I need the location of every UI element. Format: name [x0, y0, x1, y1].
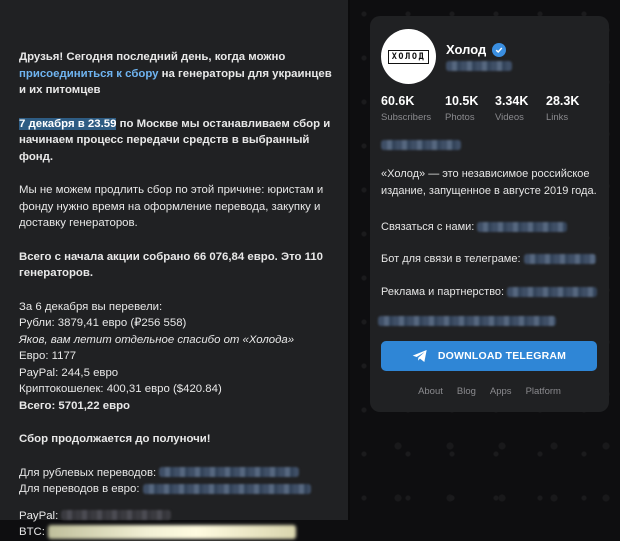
list-item-total: Всего: 5701,22 евро — [19, 398, 337, 415]
deadline-highlight: 7 декабря в 23.59 — [19, 117, 117, 130]
list-item-crypto: Криптокошелек: 400,31 евро ($420.84) — [19, 383, 222, 395]
footer-link-apps[interactable]: Apps — [490, 386, 512, 397]
message-paragraph-reason: Мы не можем продлить сбор по этой причин… — [19, 184, 324, 229]
bot-row: Бот для связи в телеграме: — [381, 253, 596, 265]
redacted-rub-link[interactable] — [159, 467, 300, 478]
stat-photos[interactable]: 10.5K Photos — [445, 94, 478, 123]
stat-label: Videos — [495, 112, 524, 123]
ads-row: Реклама и партнерство: — [381, 286, 598, 298]
contact-row: Связаться с нами: — [381, 221, 568, 233]
channel-logo: ХОЛОД — [387, 49, 430, 64]
redacted-contact-link[interactable] — [477, 222, 568, 233]
rub-transfer-row: Для рублевых переводов: — [19, 465, 337, 482]
stat-value: 28.3K — [546, 94, 580, 108]
list-title: За 6 декабря вы перевели: — [19, 300, 163, 313]
footer-link-about[interactable]: About — [418, 386, 443, 397]
download-label: DOWNLOAD TELEGRAM — [437, 350, 567, 362]
list-item-rubles: Рубли: 3879,41 евро (₽256 558) — [19, 317, 187, 329]
list-item-paypal: PayPal: 244,5 евро — [19, 366, 119, 379]
paypal-row: PayPal: — [19, 508, 337, 525]
redacted-ads-link[interactable] — [507, 287, 598, 298]
message-paragraph-continues: Сбор продолжается до полуночи! — [19, 431, 337, 448]
btc-label: BTC: — [19, 526, 45, 538]
verified-icon — [492, 42, 507, 57]
stat-label: Links — [546, 112, 569, 123]
total-text: Всего: 5701,22 евро — [19, 399, 130, 412]
intro-text: Друзья! Сегодня последний день, когда мо… — [19, 51, 286, 63]
ads-label: Реклама и партнерство: — [381, 286, 505, 298]
list-item-euro: Евро: 1177 — [19, 350, 77, 362]
daily-list: За 6 декабря вы перевели: Рубли: 3879,41… — [19, 299, 337, 415]
column-divider — [348, 0, 350, 520]
stat-value: 10.5K — [445, 94, 479, 108]
continues-text: Сбор продолжается до полуночи! — [19, 433, 211, 445]
redacted-paypal — [61, 510, 172, 521]
telegram-plane-icon — [412, 350, 427, 362]
bot-label: Бот для связи в телеграме: — [381, 253, 521, 265]
redacted-btc-address — [48, 524, 297, 539]
btc-row: BTC: — [19, 524, 337, 541]
stat-value: 60.6K — [381, 94, 415, 108]
message-paragraph-total: Всего с начала акции собрано 66 076,84 е… — [19, 249, 337, 282]
redacted-bot-link[interactable] — [523, 254, 596, 265]
eur-transfer-label: Для переводов в евро: — [19, 483, 140, 495]
footer-link-platform[interactable]: Platform — [526, 386, 561, 397]
redacted-extra-link[interactable] — [378, 316, 556, 326]
stat-value: 3.34K — [495, 94, 529, 108]
message-paragraph-deadline: 7 декабря в 23.59 по Москве мы останавли… — [19, 116, 337, 166]
channel-name: Холод — [446, 42, 487, 57]
stat-videos[interactable]: 3.34K Videos — [495, 94, 528, 123]
redacted-channel-handle[interactable] — [446, 61, 512, 71]
stat-subscribers: 60.6K Subscribers — [381, 94, 431, 123]
redacted-eur-link[interactable] — [142, 483, 311, 494]
channel-card: ХОЛОД Холод 60.6K Subscribers 10.5K Phot… — [370, 16, 609, 412]
card-footer: About Blog Apps Platform — [370, 386, 609, 397]
donation-link[interactable]: присоединиться к сбору — [19, 68, 159, 80]
contact-label: Связаться с нами: — [381, 221, 475, 233]
stat-label: Subscribers — [381, 112, 432, 123]
channel-description: «Холод» — это независимое российское изд… — [381, 168, 597, 197]
stat-links[interactable]: 28.3K Links — [546, 94, 579, 123]
message-paragraph-intro: Друзья! Сегодня последний день, когда мо… — [19, 49, 337, 99]
download-telegram-button[interactable]: DOWNLOAD TELEGRAM — [381, 341, 597, 371]
payment-details: Для рублевых переводов: Для переводов в … — [19, 465, 337, 541]
total-collected: Всего с начала акции собрано 66 076,84 е… — [19, 250, 324, 280]
channel-title: Холод — [446, 42, 507, 57]
eur-transfer-row: Для переводов в евро: — [19, 481, 337, 498]
thanks-text: Яков, вам летит отдельное спасибо от «Хо… — [19, 333, 295, 346]
rub-transfer-label: Для рублевых переводов: — [19, 466, 157, 479]
list-item-thanks: Яков, вам летит отдельное спасибо от «Хо… — [19, 332, 337, 349]
stat-label: Photos — [445, 112, 475, 123]
footer-link-blog[interactable]: Blog — [457, 386, 476, 397]
redacted-channel-link[interactable] — [381, 140, 461, 150]
channel-avatar[interactable]: ХОЛОД — [381, 29, 436, 84]
message-post: Друзья! Сегодня последний день, когда мо… — [0, 0, 348, 539]
